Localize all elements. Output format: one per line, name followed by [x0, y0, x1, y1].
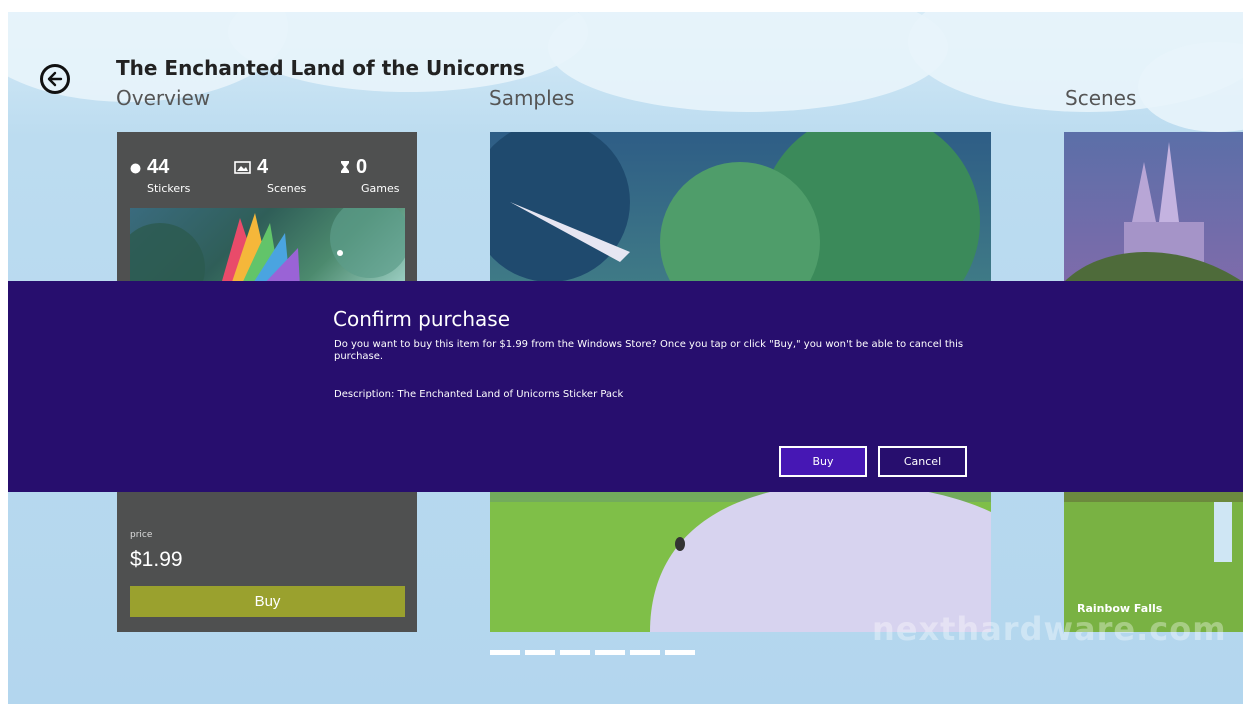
cloud-decoration	[228, 12, 588, 92]
pagination-dot[interactable]	[490, 650, 520, 655]
dialog-message: Do you want to buy this item for $1.99 f…	[334, 339, 964, 362]
section-header-samples: Samples	[489, 86, 575, 110]
page-title: The Enchanted Land of the Unicorns	[116, 56, 525, 80]
stat-value: 44	[147, 156, 170, 178]
stat-value: 0	[356, 156, 368, 178]
scene-icon	[234, 159, 251, 178]
game-icon	[340, 159, 350, 178]
sample-pagination	[490, 640, 700, 659]
back-button[interactable]	[40, 64, 70, 94]
pagination-dot[interactable]	[595, 650, 625, 655]
pagination-dot[interactable]	[560, 650, 590, 655]
stat-scenes: 4 Scenes	[234, 156, 306, 195]
stat-label: Games	[361, 182, 400, 195]
stat-label: Scenes	[267, 182, 307, 195]
pagination-dot[interactable]	[525, 650, 555, 655]
dialog-cancel-button[interactable]: Cancel	[878, 446, 967, 477]
dialog-buy-button[interactable]: Buy	[779, 446, 867, 477]
pagination-dot[interactable]	[665, 650, 695, 655]
sticker-icon	[130, 159, 141, 178]
dialog-title: Confirm purchase	[333, 307, 510, 331]
dialog-description: Description: The Enchanted Land of Unico…	[334, 389, 624, 400]
stat-stickers: 44 Stickers	[130, 156, 190, 195]
stat-games: 0 Games	[340, 156, 399, 195]
overview-artwork	[130, 208, 405, 288]
watermark-logo: nexthardware.com	[872, 610, 1227, 648]
buy-button[interactable]: Buy	[130, 586, 405, 617]
app-window: The Enchanted Land of the Unicorns Overv…	[8, 12, 1243, 704]
pagination-dot[interactable]	[630, 650, 660, 655]
section-header-overview: Overview	[116, 86, 211, 110]
cloud-decoration	[548, 12, 948, 112]
stat-label: Stickers	[147, 182, 191, 195]
confirm-purchase-dialog: Confirm purchase Do you want to buy this…	[8, 281, 1243, 492]
stat-value: 4	[257, 156, 269, 178]
price-label: price	[130, 530, 153, 540]
section-header-scenes: Scenes	[1065, 86, 1137, 110]
arrow-left-icon	[47, 71, 63, 87]
price-value: $1.99	[130, 548, 183, 571]
